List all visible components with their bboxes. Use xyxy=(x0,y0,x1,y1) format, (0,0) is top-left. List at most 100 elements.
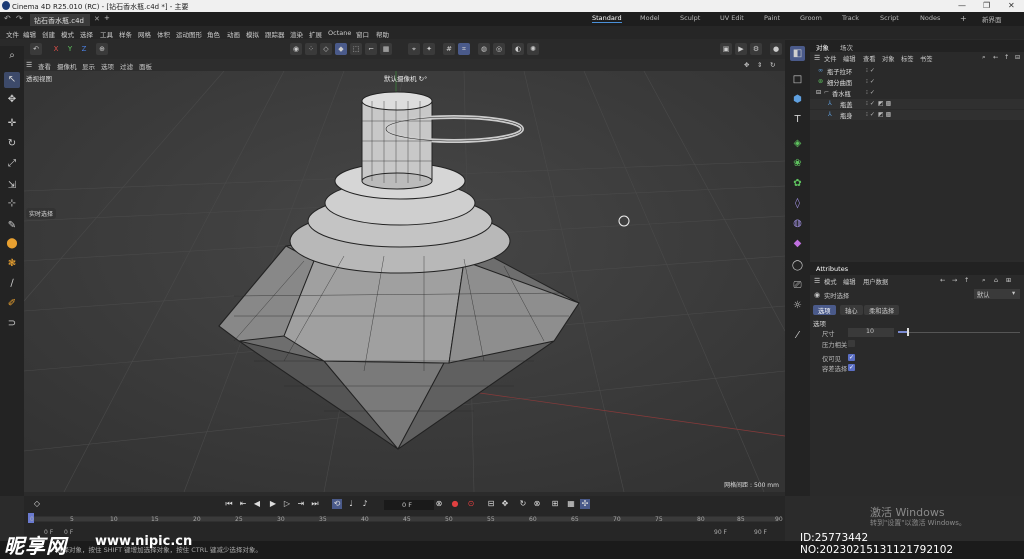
viewport-menu-options[interactable]: 选项 xyxy=(101,61,114,71)
attr-tab-axis[interactable]: 轴心 xyxy=(840,305,863,315)
menu-mesh[interactable]: 网格 xyxy=(138,29,151,39)
material-tag-icon[interactable]: ◩ ▩ xyxy=(878,100,891,107)
menu-tracker[interactable]: 跟踪器 xyxy=(265,29,285,39)
attr-up-icon[interactable]: ↑ xyxy=(964,277,969,284)
sketch-icon[interactable]: ⁄ xyxy=(790,328,805,343)
generator-icon[interactable]: ◈ xyxy=(790,136,805,151)
radius-field[interactable]: 10 xyxy=(848,328,894,337)
null-object-icon[interactable]: □ xyxy=(790,72,805,87)
key-point-icon[interactable]: ✣ xyxy=(580,499,590,509)
pressure-checkbox[interactable] xyxy=(848,340,855,347)
visibility-toggle[interactable]: ⁝ ✓ xyxy=(866,100,875,107)
uv-mode-icon[interactable]: ⬚ xyxy=(350,43,362,55)
menu-help[interactable]: 帮助 xyxy=(376,29,389,39)
tab-takes[interactable]: 场次 xyxy=(840,42,853,52)
menu-spline[interactable]: 样条 xyxy=(119,29,132,39)
menu-mograph[interactable]: 运动图形 xyxy=(176,29,202,39)
new-ui-button[interactable]: 新界面 xyxy=(982,14,1002,24)
attr-tab-soft-selection[interactable]: 柔和选择 xyxy=(864,305,900,315)
object-manager-icon[interactable]: ◧ xyxy=(790,46,805,61)
sound-icon[interactable]: ♪ xyxy=(360,499,370,509)
fps-icon[interactable]: ♩ xyxy=(346,499,356,509)
menu-file[interactable]: 文件 xyxy=(6,29,19,39)
menu-octane[interactable]: Octane xyxy=(328,29,351,37)
goto-end-icon[interactable]: ⏭ xyxy=(310,499,320,509)
end-frame-b[interactable]: 90 F xyxy=(754,529,767,536)
menu-window[interactable]: 窗口 xyxy=(356,29,369,39)
layout-tab-sculpt[interactable]: Sculpt xyxy=(680,14,700,22)
search-icon[interactable]: ⌕ xyxy=(4,48,20,64)
viewport-camera-label[interactable]: 默认摄像机 ↻° xyxy=(384,73,427,83)
attr-menu-mode[interactable]: 模式 xyxy=(824,277,837,286)
scale-tool-icon[interactable]: ⤢ xyxy=(4,156,20,172)
object-row[interactable]: ⅄ 瓶盖 ⁝ ✓ ◩ ▩ xyxy=(810,99,1024,109)
play-icon[interactable]: ▶ xyxy=(268,499,278,509)
brush-icon[interactable]: ∕ xyxy=(4,276,20,292)
point-mode-icon[interactable]: ⁘ xyxy=(305,43,317,55)
solo-hierarchy-icon[interactable]: ◎ xyxy=(493,43,505,55)
light-icon[interactable]: ☼ xyxy=(790,298,805,313)
attr-lock-icon[interactable]: ⌂ xyxy=(994,277,998,284)
visibility-toggle[interactable]: ⁝ ✓ xyxy=(866,89,875,96)
visibility-toggle[interactable]: ⁝ ✓ xyxy=(866,111,875,118)
radius-slider-handle[interactable] xyxy=(907,328,909,336)
menu-volume[interactable]: 体积 xyxy=(157,29,170,39)
viewport-menu-display[interactable]: 显示 xyxy=(82,61,95,71)
layout-tab-standard[interactable]: Standard xyxy=(592,14,622,23)
layout-tab-script[interactable]: Script xyxy=(880,14,899,22)
texture-mode-icon[interactable]: ⌐ xyxy=(365,43,377,55)
layout-tab-uvedit[interactable]: UV Edit xyxy=(720,14,744,22)
undo-button[interactable]: ↶ xyxy=(30,43,42,55)
move-tool-icon[interactable]: ✛ xyxy=(4,116,20,132)
layout-tab-nodes[interactable]: Nodes xyxy=(920,14,940,22)
viewport-move-icon[interactable]: ✥ xyxy=(744,61,749,69)
menu-extensions[interactable]: 扩展 xyxy=(309,29,322,39)
end-frame-a[interactable]: 90 F xyxy=(714,529,727,536)
viewport-menu-filter[interactable]: 过滤 xyxy=(120,61,133,71)
solo-icon[interactable]: ◍ xyxy=(478,43,490,55)
object-menu-view[interactable]: 查看 xyxy=(863,54,876,63)
field-icon[interactable]: ◍ xyxy=(790,216,805,231)
tab-objects[interactable]: 对象 xyxy=(816,42,829,52)
visible-only-checkbox[interactable]: ✓ xyxy=(848,354,855,361)
select-tool-icon[interactable]: ↖ xyxy=(4,72,20,88)
menu-edit[interactable]: 编辑 xyxy=(23,29,36,39)
layout-tab-track[interactable]: Track xyxy=(842,14,859,22)
rotate-tool-icon[interactable]: ↻ xyxy=(4,136,20,152)
object-row[interactable]: ⊛ 细分曲面 ⁝ ✓ xyxy=(810,77,1024,87)
edge-mode-icon[interactable]: ◇ xyxy=(320,43,332,55)
collapse-toggle-icon[interactable]: ⊟ xyxy=(816,89,821,96)
object-menu-tags[interactable]: 标签 xyxy=(901,54,914,63)
cloner-icon[interactable]: ❀ xyxy=(790,156,805,171)
layout-tab-groom[interactable]: Groom xyxy=(800,14,822,22)
goto-start-icon[interactable]: ⏮ xyxy=(224,499,234,509)
redo-icon[interactable]: ↷ xyxy=(16,14,23,23)
loop-icon[interactable]: ⟲ xyxy=(332,499,342,509)
visibility-toggle[interactable]: ⁝ ✓ xyxy=(866,67,875,74)
key-rot-icon[interactable]: ↻ xyxy=(518,499,528,509)
auto-key-icon[interactable]: ● xyxy=(450,499,460,509)
object-menu-object[interactable]: 对象 xyxy=(882,54,895,63)
current-frame-field[interactable]: 0 F xyxy=(384,500,434,510)
cube-icon[interactable]: ⬢ xyxy=(790,92,805,107)
scene-icon[interactable]: ◯ xyxy=(790,258,805,273)
volume-icon[interactable]: ◆ xyxy=(790,236,805,251)
attr-hamburger-icon[interactable]: ☰ xyxy=(814,277,820,285)
octane-settings-icon[interactable]: ✺ xyxy=(527,43,539,55)
viewport-menu-panel[interactable]: 面板 xyxy=(139,61,152,71)
material-icon[interactable]: ❃ xyxy=(4,256,20,272)
menu-render[interactable]: 渲染 xyxy=(290,29,303,39)
key-pos-icon[interactable]: ✥ xyxy=(500,499,510,509)
preset-dropdown[interactable]: 默认 ▾ xyxy=(974,289,1020,299)
paint-brush-icon[interactable]: ⬤ xyxy=(4,236,20,252)
attr-search-icon[interactable]: ⌕ xyxy=(982,277,986,285)
add-layout-button[interactable]: + xyxy=(960,14,967,23)
snap-icon[interactable]: ⌖ xyxy=(408,43,420,55)
octane-render-icon[interactable]: ● xyxy=(770,43,782,55)
camera-icon[interactable]: ⎚ xyxy=(790,278,805,293)
radius-slider-track[interactable] xyxy=(898,332,1020,333)
place-tool-icon[interactable]: ⊹ xyxy=(4,196,20,212)
layout-tab-paint[interactable]: Paint xyxy=(764,14,780,22)
menu-create[interactable]: 创建 xyxy=(42,29,55,39)
object-search-icon[interactable]: ⌕ xyxy=(982,54,986,62)
